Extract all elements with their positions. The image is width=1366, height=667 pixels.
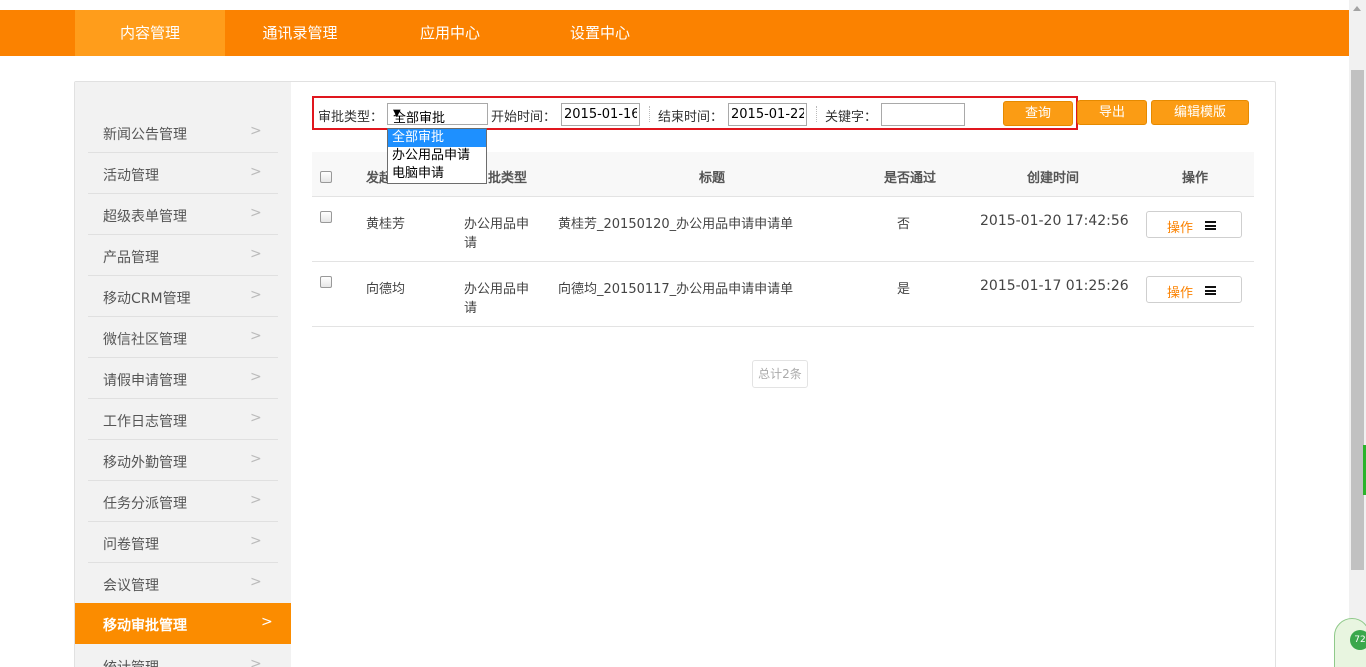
sidebar-item-label: 统计管理 xyxy=(103,657,159,667)
nav-contacts-management[interactable]: 通讯录管理 xyxy=(225,10,375,56)
row-action-label: 操作 xyxy=(1167,286,1194,301)
export-button[interactable]: 导出 xyxy=(1077,100,1147,125)
cell-created: 2015-01-17 01:25:26 xyxy=(980,278,1129,294)
chevron-right-icon: > xyxy=(250,451,262,467)
chevron-right-icon: > xyxy=(250,574,262,590)
cell-initiator: 黄桂芳 xyxy=(366,217,406,232)
dropdown-option-all[interactable]: 全部审批 xyxy=(388,129,486,147)
chevron-right-icon: > xyxy=(250,246,262,262)
top-nav: 内容管理 通讯录管理 应用中心 设置中心 xyxy=(75,10,675,56)
sidebar-item-wechat-community[interactable]: 微信社区管理 > xyxy=(88,317,278,358)
assistant-badge: 72 xyxy=(1350,630,1366,650)
column-header-action: 操作 xyxy=(1182,171,1209,186)
sidebar-item-meeting[interactable]: 会议管理 > xyxy=(88,563,278,604)
chevron-right-icon: > xyxy=(250,369,262,385)
sidebar-item-mobile-approval[interactable]: 移动审批管理 > xyxy=(75,603,291,644)
cell-created: 2015-01-20 17:42:56 xyxy=(980,213,1129,229)
cell-passed: 否 xyxy=(897,217,911,232)
sidebar-item-label: 移动外勤管理 xyxy=(103,455,187,471)
select-all-checkbox[interactable] xyxy=(320,171,332,183)
nav-app-center[interactable]: 应用中心 xyxy=(375,10,525,56)
scroll-up-arrow-icon[interactable] xyxy=(1349,0,1366,17)
sidebar-item-label: 问卷管理 xyxy=(103,537,159,553)
sidebar-item-task-dispatch[interactable]: 任务分派管理 > xyxy=(88,481,278,522)
sidebar-item-label: 任务分派管理 xyxy=(103,496,187,512)
sidebar-item-label: 活动管理 xyxy=(103,168,159,184)
chevron-right-icon: > xyxy=(250,410,262,426)
cell-type-line2: 请 xyxy=(464,301,478,316)
sidebar: 新闻公告管理 > 活动管理 > 超级表单管理 > 产品管理 > 移动CRM管理 > 微信社… xyxy=(75,82,291,667)
chevron-right-icon: > xyxy=(250,205,262,221)
chevron-right-icon: > xyxy=(250,656,262,667)
row-action-button[interactable]: 操作 xyxy=(1146,211,1242,238)
sidebar-item-product[interactable]: 产品管理 > xyxy=(88,235,278,276)
sidebar-item-label: 会议管理 xyxy=(103,578,159,594)
top-nav-bar: 内容管理 通讯录管理 应用中心 设置中心 xyxy=(0,10,1349,56)
dropdown-option-computer[interactable]: 电脑申请 xyxy=(388,165,486,183)
chevron-right-icon: > xyxy=(250,533,262,549)
chevron-right-icon: > xyxy=(250,492,262,508)
sidebar-item-super-form[interactable]: 超级表单管理 > xyxy=(88,194,278,235)
edit-template-button[interactable]: 编辑模版 xyxy=(1151,100,1249,125)
filter-separator xyxy=(816,106,817,122)
row-checkbox[interactable] xyxy=(320,276,332,288)
sidebar-item-label: 微信社区管理 xyxy=(103,332,187,348)
menu-icon xyxy=(1205,221,1216,230)
dropdown-arrow-icon: ▼ xyxy=(393,108,401,119)
cell-type-line1: 办公用品申 xyxy=(464,217,530,232)
cell-title: 向德均_20150117_办公用品申请申请单 xyxy=(558,282,794,297)
end-date-input[interactable] xyxy=(728,103,807,126)
end-time-label: 结束时间： xyxy=(658,110,724,125)
search-button[interactable]: 查询 xyxy=(1003,101,1073,126)
cell-passed: 是 xyxy=(897,282,911,297)
chevron-right-icon: > xyxy=(250,328,262,344)
sidebar-item-activity[interactable]: 活动管理 > xyxy=(88,153,278,194)
pagination-total: 总计2条 xyxy=(752,360,808,388)
scrollbar-thumb[interactable] xyxy=(1351,70,1364,570)
row-action-label: 操作 xyxy=(1167,221,1194,236)
sidebar-item-statistics[interactable]: 统计管理 > xyxy=(88,645,278,667)
sidebar-item-label: 产品管理 xyxy=(103,250,159,266)
approval-type-dropdown: 全部审批 办公用品申请 电脑申请 xyxy=(387,128,487,184)
keyword-label: 关键字： xyxy=(825,110,878,125)
dropdown-option-office-supplies[interactable]: 办公用品申请 xyxy=(388,147,486,165)
sidebar-item-crm[interactable]: 移动CRM管理 > xyxy=(88,276,278,317)
filter-separator xyxy=(649,106,650,122)
keyword-input[interactable] xyxy=(881,103,965,126)
sidebar-item-label: 请假申请管理 xyxy=(103,373,187,389)
cell-type-line2: 请 xyxy=(464,236,478,251)
cell-title: 黄桂芳_20150120_办公用品申请申请单 xyxy=(558,217,794,232)
column-header-created: 创建时间 xyxy=(1027,171,1080,186)
page-scrollbar[interactable] xyxy=(1349,0,1366,667)
column-header-title: 标题 xyxy=(699,171,726,186)
start-time-label: 开始时间： xyxy=(491,110,557,125)
row-checkbox[interactable] xyxy=(320,211,332,223)
chevron-right-icon: > xyxy=(261,614,273,630)
menu-icon xyxy=(1205,286,1216,295)
sidebar-item-field-work[interactable]: 移动外勤管理 > xyxy=(88,440,278,481)
sidebar-item-label: 移动CRM管理 xyxy=(103,291,191,307)
approval-type-select[interactable]: 全部审批 ▼ xyxy=(387,103,488,126)
chevron-right-icon: > xyxy=(250,123,262,139)
nav-settings-center[interactable]: 设置中心 xyxy=(525,10,675,56)
column-header-passed: 是否通过 xyxy=(884,171,937,186)
row-action-button[interactable]: 操作 xyxy=(1146,276,1242,303)
cell-type-line1: 办公用品申 xyxy=(464,282,530,297)
sidebar-item-work-log[interactable]: 工作日志管理 > xyxy=(88,399,278,440)
sidebar-item-survey[interactable]: 问卷管理 > xyxy=(88,522,278,563)
column-header-type: 批类型 xyxy=(488,171,528,186)
sidebar-item-label: 超级表单管理 xyxy=(103,209,187,225)
sidebar-item-label: 工作日志管理 xyxy=(103,414,187,430)
start-date-input[interactable] xyxy=(561,103,640,126)
sidebar-item-news[interactable]: 新闻公告管理 > xyxy=(88,112,278,153)
sidebar-item-label: 移动审批管理 xyxy=(103,618,187,634)
sidebar-item-leave[interactable]: 请假申请管理 > xyxy=(88,358,278,399)
floating-assistant-widget[interactable]: 72 xyxy=(1334,610,1366,667)
approval-type-label: 审批类型： xyxy=(318,110,384,125)
nav-content-management[interactable]: 内容管理 xyxy=(75,10,225,56)
chevron-right-icon: > xyxy=(250,164,262,180)
chevron-right-icon: > xyxy=(250,287,262,303)
sidebar-item-label: 新闻公告管理 xyxy=(103,127,187,143)
cell-initiator: 向德均 xyxy=(366,282,406,297)
